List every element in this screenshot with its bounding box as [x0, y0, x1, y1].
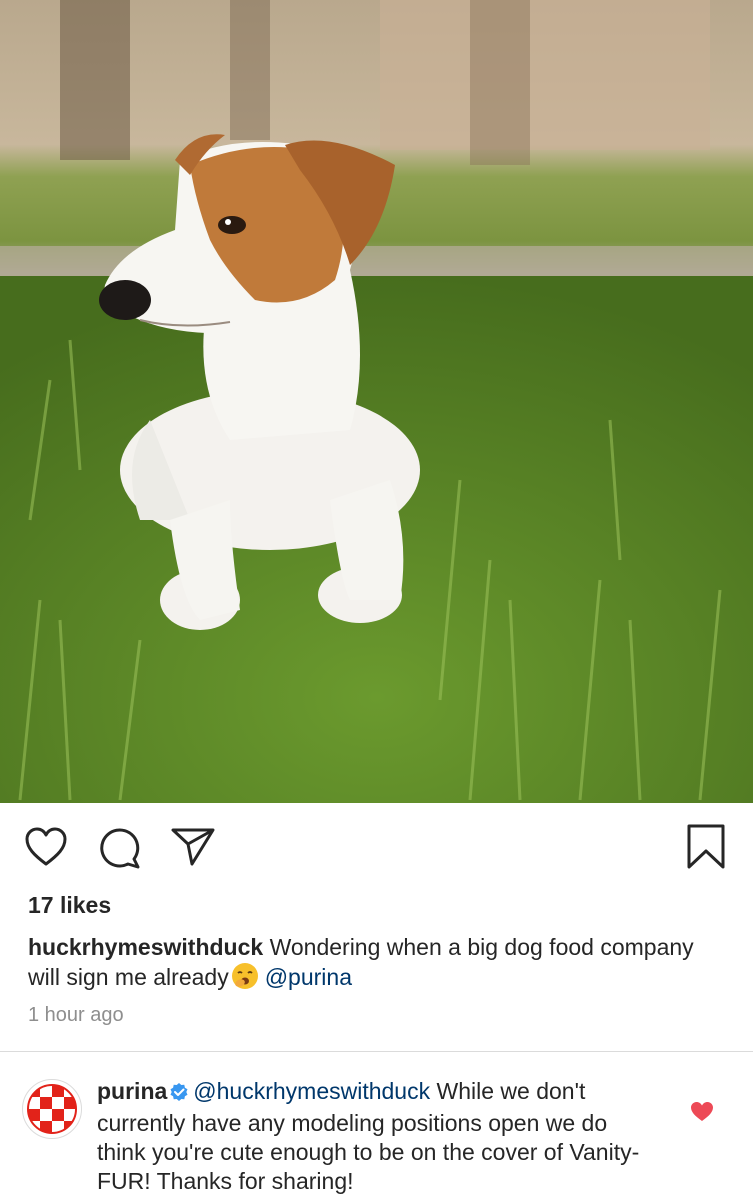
comment-username[interactable]: purina [97, 1078, 167, 1104]
verified-badge-icon [169, 1080, 189, 1109]
yawning-face-emoji-icon [231, 962, 259, 997]
caption-mention[interactable]: @purina [265, 964, 352, 990]
comment-text-block: purina @huckrhymeswithduck While we don't… [97, 1077, 657, 1196]
comment-mention[interactable]: @huckrhymeswithduck [193, 1078, 430, 1104]
post-timestamp: 1 hour ago [28, 1004, 124, 1026]
heart-outline-icon[interactable] [24, 826, 68, 868]
post-caption: huckrhymeswithduck Wondering when a big … [28, 932, 728, 997]
avatar[interactable] [22, 1079, 82, 1139]
likes-count[interactable]: 17 likes [28, 892, 111, 919]
comment-like-heart-icon[interactable] [690, 1101, 714, 1128]
post-photo[interactable] [0, 0, 753, 803]
paper-plane-icon[interactable] [170, 826, 216, 868]
divider [0, 1051, 753, 1052]
bookmark-icon[interactable] [686, 823, 726, 871]
caption-username[interactable]: huckrhymeswithduck [28, 934, 263, 960]
comment-bubble-icon[interactable] [98, 826, 142, 870]
